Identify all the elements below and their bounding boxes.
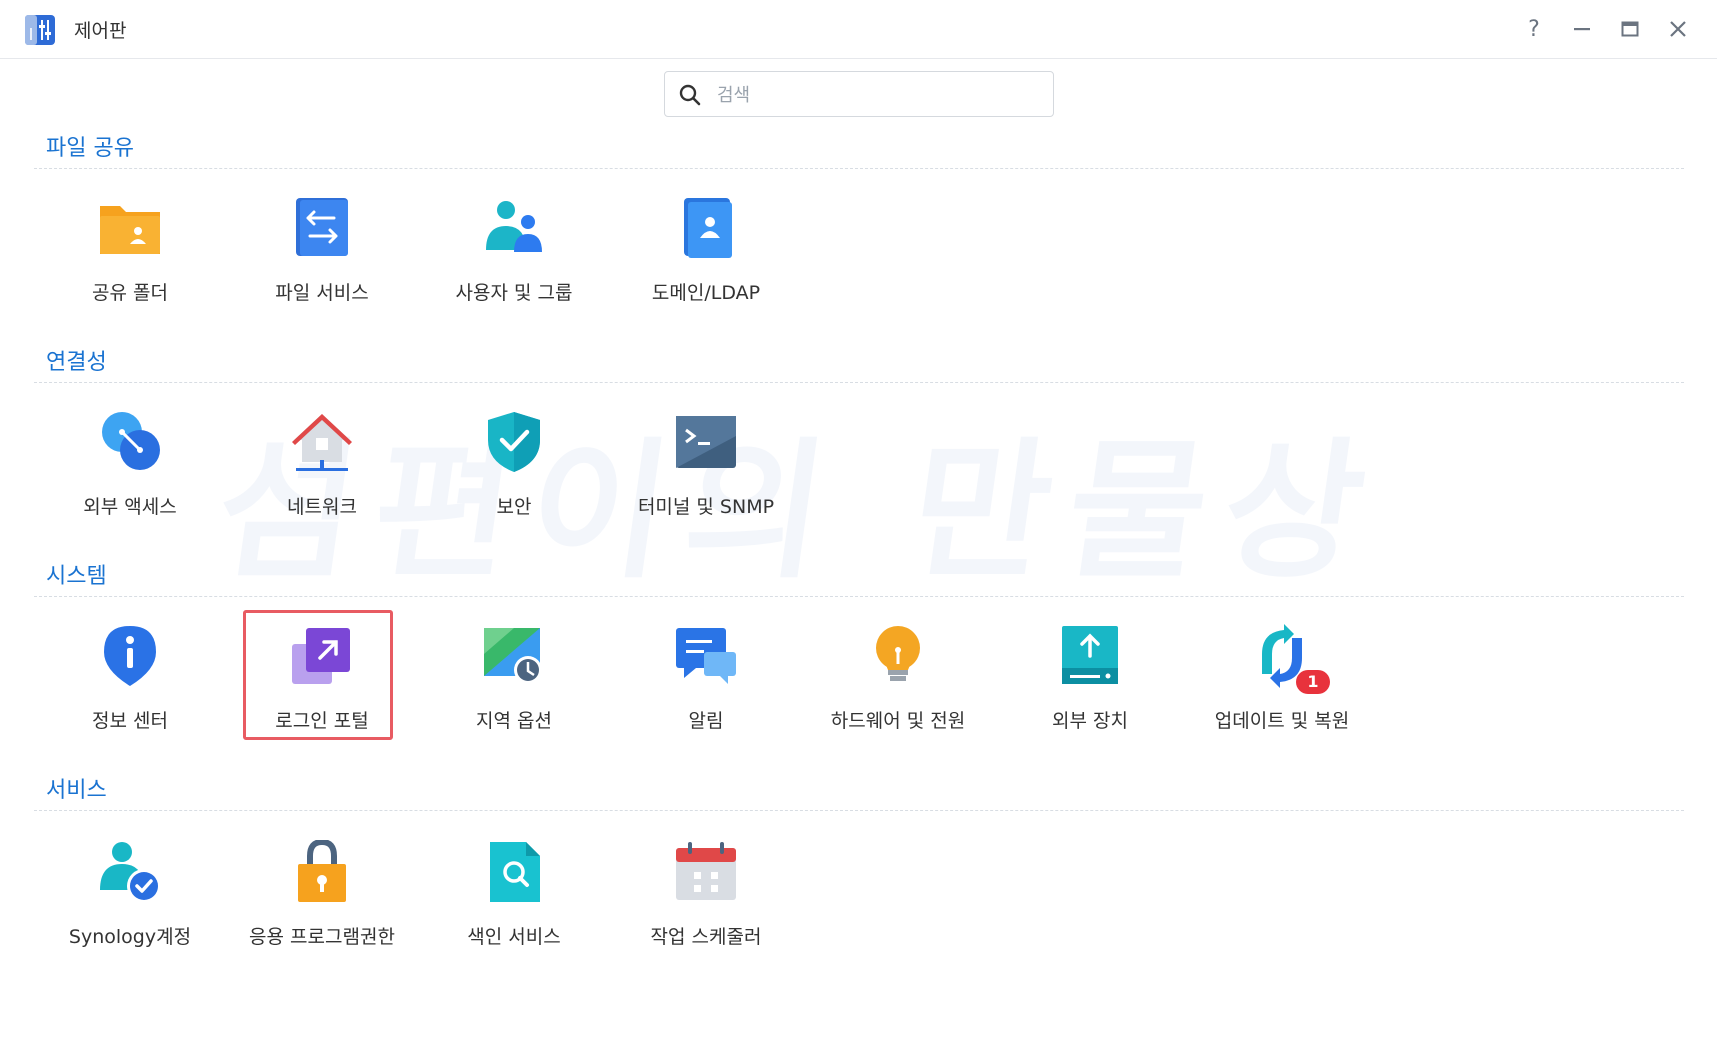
item-shared-folder[interactable]: 공유 폴더: [40, 196, 220, 326]
item-label: 터미널 및 SNMP: [637, 496, 775, 518]
item-indexing-service[interactable]: 색인 서비스: [424, 840, 604, 970]
item-label: 도메인/LDAP: [651, 282, 761, 304]
control-panel-app-icon: [25, 15, 55, 45]
shared-folder-icon: [100, 206, 160, 254]
maximize-button[interactable]: [1612, 12, 1648, 46]
item-label: 정보 센터: [92, 710, 168, 732]
item-label: 파일 서비스: [275, 282, 369, 304]
regional-options-icon: [484, 628, 542, 684]
item-regional-options[interactable]: 지역 옵션: [424, 624, 604, 754]
item-label: 업데이트 및 복원: [1214, 710, 1350, 732]
item-label: 알림: [688, 710, 724, 732]
close-icon: [1670, 21, 1686, 37]
item-label: 로그인 포털: [275, 710, 369, 732]
help-button[interactable]: ?: [1516, 12, 1552, 46]
update-badge: 1: [1296, 670, 1330, 694]
title-bar: 제어판 ?: [0, 0, 1717, 59]
indexing-service-icon: [490, 842, 540, 902]
control-panel-window: 제어판 ? 섬편이의 만물상 파일 공유 공유 폴더: [0, 0, 1717, 1050]
app-privileges-icon: [298, 840, 346, 902]
item-user-group[interactable]: 사용자 및 그룹: [424, 196, 604, 326]
file-services-icon: [296, 198, 348, 256]
domain-ldap-icon: [684, 198, 732, 258]
section-title-services: 서비스: [46, 778, 107, 803]
section-divider: [34, 168, 1684, 169]
search-box[interactable]: [664, 71, 1054, 117]
section-divider: [34, 596, 1684, 597]
item-synology-account[interactable]: Synology계정: [40, 840, 220, 970]
section-title-file-sharing: 파일 공유: [46, 136, 134, 161]
item-label: 외부 액세스: [83, 496, 177, 518]
item-label: 지역 옵션: [476, 710, 552, 732]
item-notification[interactable]: 알림: [616, 624, 796, 754]
item-task-scheduler[interactable]: 작업 스케줄러: [616, 840, 796, 970]
user-group-icon: [486, 201, 542, 252]
item-label: 네트워크: [287, 496, 357, 518]
maximize-icon: [1621, 21, 1639, 37]
item-hardware-power[interactable]: 하드웨어 및 전원: [808, 624, 988, 754]
item-network[interactable]: 네트워크: [232, 410, 412, 540]
section-title-connectivity: 연결성: [46, 350, 107, 375]
item-file-services[interactable]: 파일 서비스: [232, 196, 412, 326]
minimize-button[interactable]: [1564, 12, 1600, 46]
item-label: 사용자 및 그룹: [455, 282, 573, 304]
item-label: 응용 프로그램권한: [249, 926, 395, 948]
item-label: 색인 서비스: [467, 926, 561, 948]
item-external-devices[interactable]: 외부 장치: [1000, 624, 1180, 754]
item-external-access[interactable]: 외부 액세스: [40, 410, 220, 540]
item-label: 공유 폴더: [92, 282, 168, 304]
item-app-privileges[interactable]: 응용 프로그램권한: [232, 840, 412, 970]
search-input[interactable]: [715, 80, 1039, 110]
help-icon: ?: [1528, 16, 1540, 42]
security-shield-icon: [488, 412, 540, 472]
task-scheduler-icon: [676, 842, 736, 900]
item-label: 보안: [496, 496, 532, 518]
notification-icon: [676, 628, 736, 684]
item-update-restore[interactable]: 1 업데이트 및 복원: [1192, 624, 1372, 754]
window-title: 제어판: [74, 20, 127, 42]
close-button[interactable]: [1660, 12, 1696, 46]
item-label: 작업 스케줄러: [650, 926, 762, 948]
hardware-power-icon: [876, 626, 920, 681]
login-portal-icon: [292, 628, 350, 684]
item-label: 외부 장치: [1052, 710, 1128, 732]
section-divider: [34, 810, 1684, 811]
section-divider: [34, 382, 1684, 383]
synology-account-icon: [100, 842, 161, 903]
item-info-center[interactable]: 정보 센터: [40, 624, 220, 754]
section-title-system: 시스템: [46, 564, 107, 589]
info-center-icon: [104, 626, 156, 686]
network-icon: [292, 414, 352, 471]
item-label: 하드웨어 및 전원: [830, 710, 966, 732]
item-label: Synology계정: [68, 926, 192, 948]
item-security[interactable]: 보안: [424, 410, 604, 540]
minimize-icon: [1574, 28, 1590, 31]
external-access-icon: [102, 412, 160, 470]
item-domain-ldap[interactable]: 도메인/LDAP: [616, 196, 796, 326]
external-devices-icon: [1062, 626, 1118, 684]
terminal-icon: [676, 416, 736, 468]
item-terminal-snmp[interactable]: 터미널 및 SNMP: [616, 410, 796, 540]
search-icon: [679, 84, 701, 106]
item-login-portal[interactable]: 로그인 포털: [232, 624, 412, 754]
